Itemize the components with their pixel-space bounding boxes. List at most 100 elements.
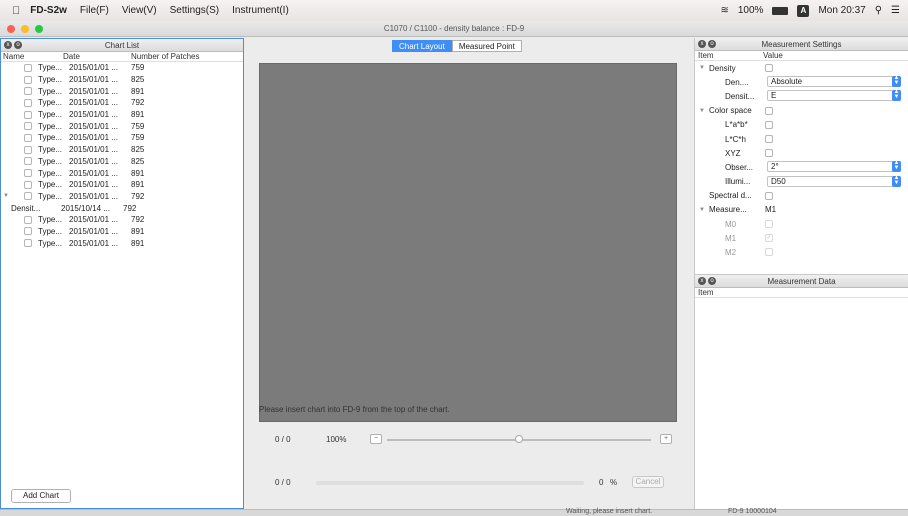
page-counter: 0 / 0 — [275, 435, 291, 444]
setting-label: M0 — [725, 219, 737, 229]
input-source-icon[interactable]: A — [797, 4, 810, 17]
progress-value: 0 — [599, 478, 604, 487]
chart-name: Type... — [38, 215, 63, 225]
battery-percent: 100% — [737, 5, 764, 16]
setting-label: Density — [709, 63, 736, 73]
setting-checkbox[interactable] — [765, 134, 773, 143]
chart-checkbox[interactable] — [24, 215, 32, 224]
setting-checkbox[interactable] — [765, 106, 773, 115]
disclosure-triangle-icon[interactable]: ▼ — [697, 207, 707, 213]
chart-checkbox[interactable] — [24, 227, 32, 236]
notification-center-icon[interactable]: ☰ — [891, 5, 900, 16]
window-titlebar: C1070 / C1100 - density balance : FD-9 — [0, 21, 908, 37]
zoom-row: 0 / 0 100% − + — [246, 433, 690, 447]
menu-settings[interactable]: Settings(S) — [170, 5, 219, 16]
chart-checkbox[interactable] — [24, 63, 32, 72]
panel-detach-icon[interactable]: o — [708, 277, 716, 285]
zoom-out-icon[interactable]: − — [370, 434, 382, 444]
setting-checkbox[interactable] — [765, 191, 773, 200]
setting-select[interactable]: 2° ▲ ▼ — [767, 160, 901, 173]
chart-list-row[interactable]: Type... 2015/01/01 ... 891 — [1, 237, 243, 249]
chart-checkbox[interactable] — [24, 180, 32, 189]
chart-list-row[interactable]: Type... 2015/01/01 ... 825 — [1, 74, 243, 86]
setting-checkbox[interactable] — [765, 149, 773, 158]
chart-list-row[interactable]: Type... 2015/01/01 ... 792 — [1, 214, 243, 226]
chart-list-rows: Type... 2015/01/01 ... 759 Type... 2015/01/0… — [1, 62, 243, 249]
chart-checkbox[interactable] — [24, 133, 32, 142]
chart-date: 2015/01/01 ... — [69, 145, 118, 155]
zoom-in-icon[interactable]: + — [660, 434, 672, 444]
chart-list-row[interactable]: ▼ Type... 2015/01/01 ... 792 — [1, 191, 243, 203]
chart-list-row[interactable]: Type... 2015/01/01 ... 759 — [1, 132, 243, 144]
panel-close-icon[interactable]: x — [4, 41, 12, 49]
chart-checkbox[interactable] — [24, 75, 32, 84]
tab-measured-point[interactable]: Measured Point — [451, 40, 522, 52]
chart-checkbox[interactable] — [24, 98, 32, 107]
setting-checkbox[interactable] — [765, 120, 773, 129]
chart-list-row[interactable]: Type... 2015/01/01 ... 825 — [1, 144, 243, 156]
chart-checkbox[interactable] — [24, 87, 32, 96]
column-name[interactable]: Name — [1, 52, 63, 61]
chart-patches: 891 — [131, 110, 145, 120]
chart-checkbox[interactable] — [24, 145, 32, 154]
wifi-icon[interactable]: ≋ — [720, 5, 728, 16]
apple-icon[interactable]:  — [12, 5, 20, 17]
setting-select-value: Absolute — [771, 77, 803, 87]
measurement-data-title: Measurement Data — [767, 277, 836, 286]
menu-instrument[interactable]: Instrument(I) — [232, 5, 289, 16]
disclosure-triangle-icon[interactable]: ▼ — [697, 65, 707, 71]
chart-name: Type... — [38, 168, 63, 178]
chart-checkbox[interactable] — [24, 192, 32, 201]
menu-file[interactable]: File(F) — [80, 5, 109, 16]
disclosure-triangle-icon[interactable]: ▼ — [1, 193, 11, 199]
column-value[interactable]: Value — [763, 51, 783, 60]
measure-counter: 0 / 0 — [275, 478, 291, 487]
zoom-slider-knob[interactable] — [515, 435, 523, 443]
setting-select[interactable]: E ▲ ▼ — [767, 89, 901, 102]
settings-row: L*C*h — [695, 132, 908, 146]
cancel-button[interactable]: Cancel — [632, 476, 664, 488]
column-patches[interactable]: Number of Patches — [131, 52, 199, 61]
settings-row: Obser... 2° ▲ ▼ — [695, 160, 908, 174]
chart-list-row[interactable]: Type... 2015/01/01 ... 891 — [1, 226, 243, 238]
chart-preview-canvas[interactable] — [259, 63, 677, 422]
disclosure-triangle-icon[interactable]: ▼ — [697, 108, 707, 114]
setting-select[interactable]: Absolute ▲ ▼ — [767, 75, 901, 88]
menu-app-name[interactable]: FD-S2w — [30, 5, 67, 16]
chart-patches: 891 — [131, 86, 145, 96]
setting-select[interactable]: D50 ▲ ▼ — [767, 175, 901, 187]
panel-close-icon[interactable]: x — [698, 277, 706, 285]
add-chart-button[interactable]: Add Chart — [11, 489, 71, 503]
panel-detach-icon[interactable]: o — [708, 40, 716, 48]
chart-checkbox[interactable] — [24, 122, 32, 131]
chart-checkbox[interactable] — [24, 157, 32, 166]
chart-list-row[interactable]: Type... 2015/01/01 ... 825 — [1, 156, 243, 168]
panel-close-icon[interactable]: x — [698, 40, 706, 48]
chart-checkbox[interactable] — [24, 169, 32, 178]
chart-list-row[interactable]: Type... 2015/01/01 ... 891 — [1, 109, 243, 121]
chart-patches: 759 — [131, 121, 145, 131]
chart-checkbox[interactable] — [24, 239, 32, 248]
chart-list-row[interactable]: Type... 2015/01/01 ... 891 — [1, 179, 243, 191]
column-item[interactable]: Item — [695, 288, 714, 297]
chart-list-columns: Name Date Number of Patches — [1, 52, 243, 62]
chart-list-row[interactable]: Type... 2015/01/01 ... 891 — [1, 167, 243, 179]
battery-icon[interactable] — [772, 6, 789, 15]
column-item[interactable]: Item — [695, 51, 763, 60]
setting-checkbox[interactable] — [765, 64, 773, 72]
panel-detach-icon[interactable]: o — [14, 41, 22, 49]
chart-list-row[interactable]: Type... 2015/01/01 ... 792 — [1, 97, 243, 109]
chart-list-row[interactable]: Type... 2015/01/01 ... 759 — [1, 120, 243, 132]
chart-checkbox[interactable] — [24, 110, 32, 119]
chart-list-row[interactable]: Type... 2015/01/01 ... 891 — [1, 85, 243, 97]
settings-row: Den.... Absolute ▲ ▼ — [695, 75, 908, 89]
chart-date: 2015/10/14 ... — [61, 203, 110, 213]
zoom-percent: 100% — [326, 435, 347, 444]
chart-list-row[interactable]: Densit... 2015/10/14 ... 792 — [1, 202, 243, 214]
tab-chart-layout[interactable]: Chart Layout — [392, 40, 452, 52]
menu-view[interactable]: View(V) — [122, 5, 157, 16]
chart-list-row[interactable]: Type... 2015/01/01 ... 759 — [1, 62, 243, 74]
spotlight-icon[interactable]: ⚲ — [875, 5, 882, 16]
column-date[interactable]: Date — [63, 52, 131, 61]
clock[interactable]: Mon 20:37 — [818, 5, 865, 16]
